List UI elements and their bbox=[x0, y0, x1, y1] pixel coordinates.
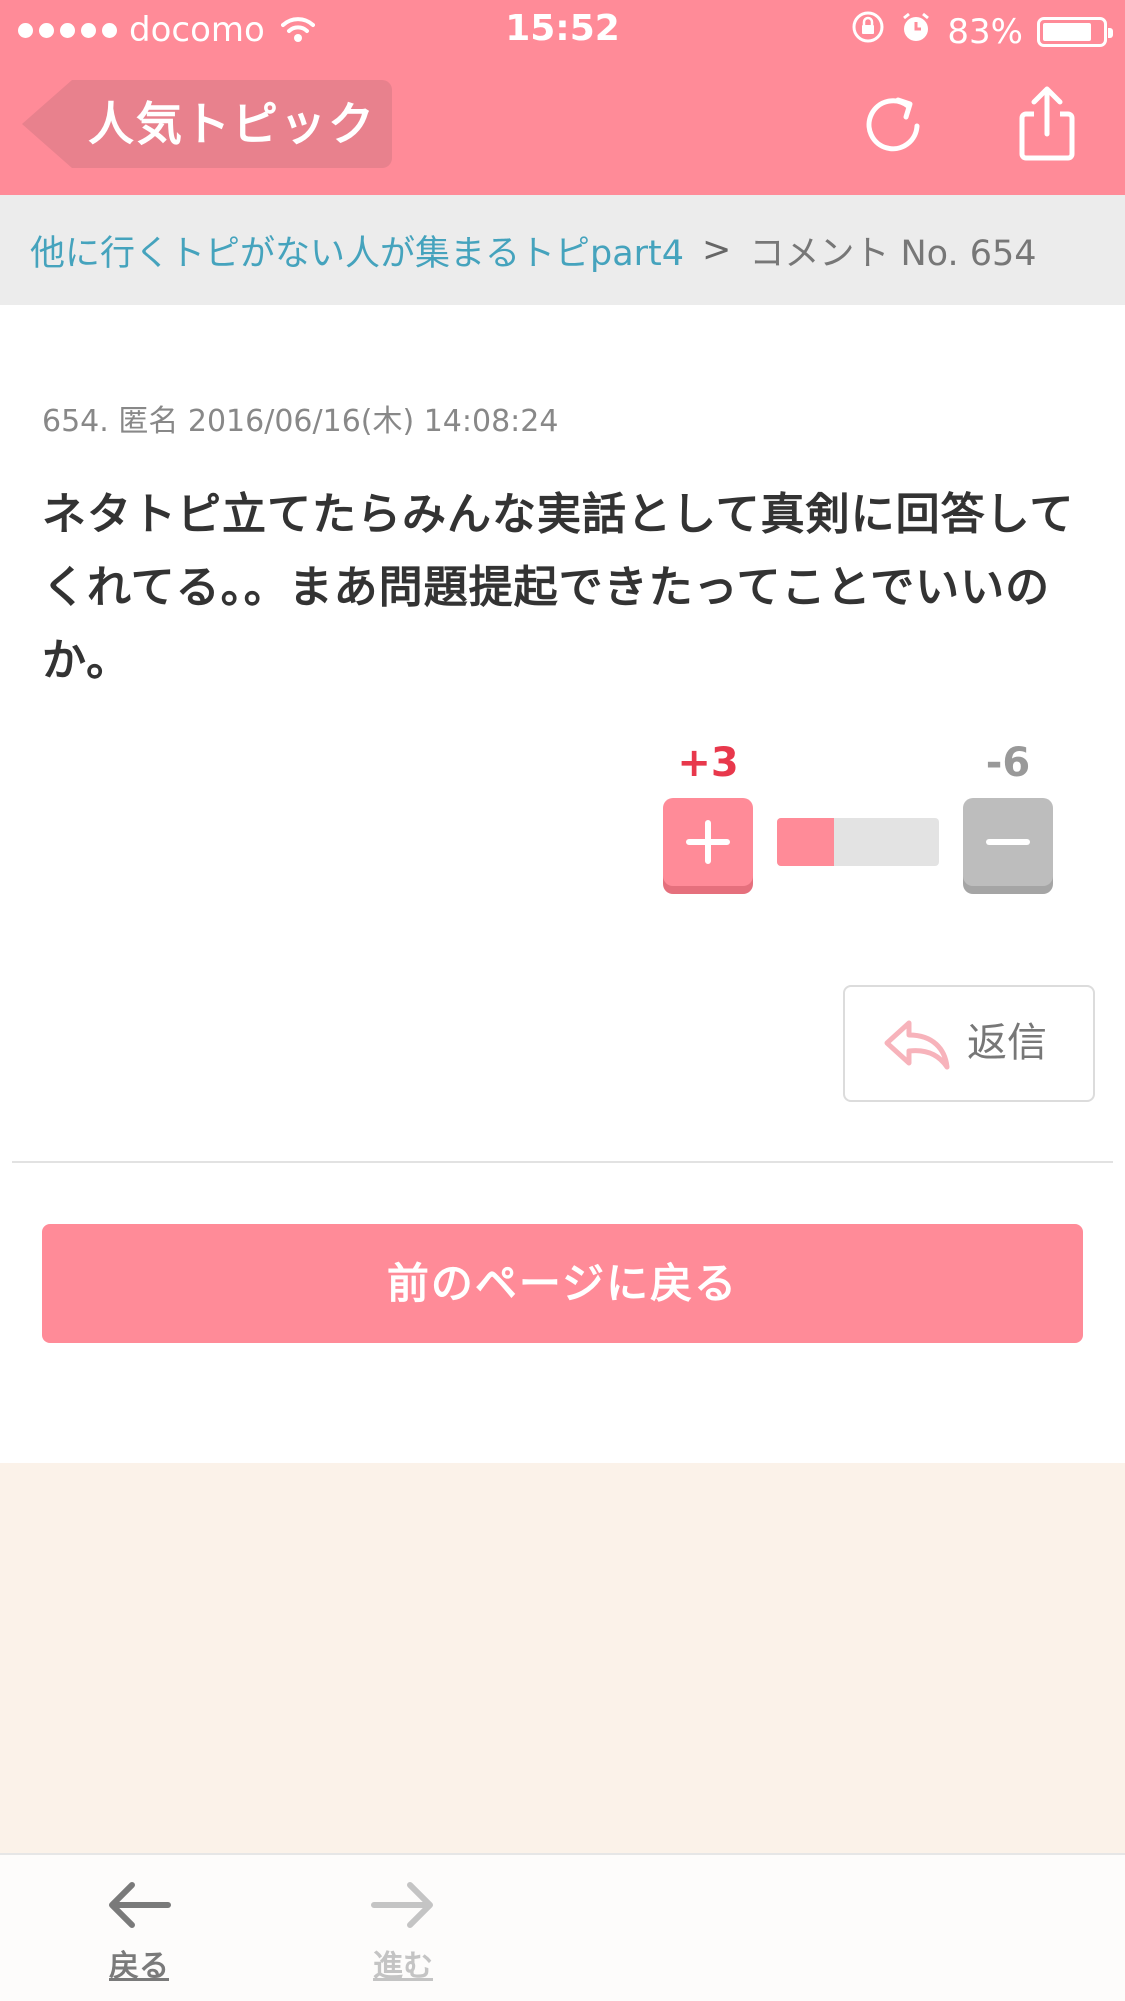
toolbar-back-label: 戻る bbox=[109, 1949, 169, 1984]
orientation-lock-icon bbox=[851, 10, 885, 53]
battery-percent: 83% bbox=[947, 11, 1023, 52]
alarm-icon bbox=[899, 10, 933, 53]
plus-vote-count: +3 bbox=[677, 740, 739, 786]
minus-vote-count: -6 bbox=[985, 740, 1031, 786]
vote-ratio-bar bbox=[777, 818, 939, 866]
back-to-previous-page-button[interactable]: 前のページに戻る bbox=[42, 1224, 1083, 1343]
right-arrow-icon bbox=[371, 1882, 433, 1928]
refresh-icon[interactable] bbox=[858, 88, 928, 158]
plus-icon bbox=[686, 820, 730, 864]
header-bar: docomo 15:52 83% 人気トピック bbox=[0, 0, 1125, 195]
breadcrumb-current: コメント No. 654 bbox=[749, 233, 1037, 274]
toolbar-forward-button[interactable]: 進む bbox=[348, 1877, 458, 1985]
battery-icon bbox=[1037, 16, 1113, 47]
minus-icon bbox=[986, 839, 1030, 845]
left-arrow-icon bbox=[109, 1882, 171, 1928]
reply-button[interactable]: 返信 bbox=[843, 985, 1095, 1102]
back-to-popular-topics-button[interactable]: 人気トピック bbox=[22, 80, 392, 168]
browser-toolbar: 戻る 進む bbox=[0, 1853, 1125, 2001]
comment-meta: 654. 匿名 2016/06/16(木) 14:08:24 bbox=[42, 404, 559, 439]
breadcrumb-topic-link[interactable]: 他に行くトピがない人が集まるトピpart4 bbox=[30, 225, 684, 276]
toolbar-back-button[interactable]: 戻る bbox=[84, 1877, 194, 1985]
comment-body: ネタトピ立てたらみんな実話として真剣に回答してくれてる。。まあ問題提起できたって… bbox=[42, 489, 1075, 686]
breadcrumb-separator: > bbox=[702, 230, 732, 270]
status-bar: docomo 15:52 83% bbox=[0, 0, 1125, 62]
reply-label: 返信 bbox=[967, 1020, 1047, 1066]
minus-vote-button[interactable] bbox=[963, 798, 1053, 886]
divider bbox=[12, 1161, 1113, 1163]
vote-ratio-fill bbox=[777, 818, 834, 866]
breadcrumb: 他に行くトピがない人が集まるトピpart4 > コメント No. 654 bbox=[0, 195, 1125, 305]
back-button-label: 人気トピック bbox=[88, 97, 376, 151]
footer-area bbox=[0, 1463, 1125, 1853]
share-icon[interactable] bbox=[1012, 84, 1082, 164]
reply-arrow-icon bbox=[884, 1020, 950, 1070]
toolbar-forward-label: 進む bbox=[373, 1949, 433, 1984]
plus-vote-button[interactable] bbox=[663, 798, 753, 886]
